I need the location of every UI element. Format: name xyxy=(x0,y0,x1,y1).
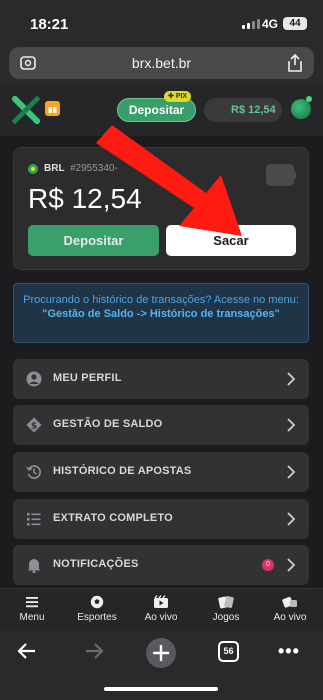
red-annotation-arrow xyxy=(96,125,242,236)
